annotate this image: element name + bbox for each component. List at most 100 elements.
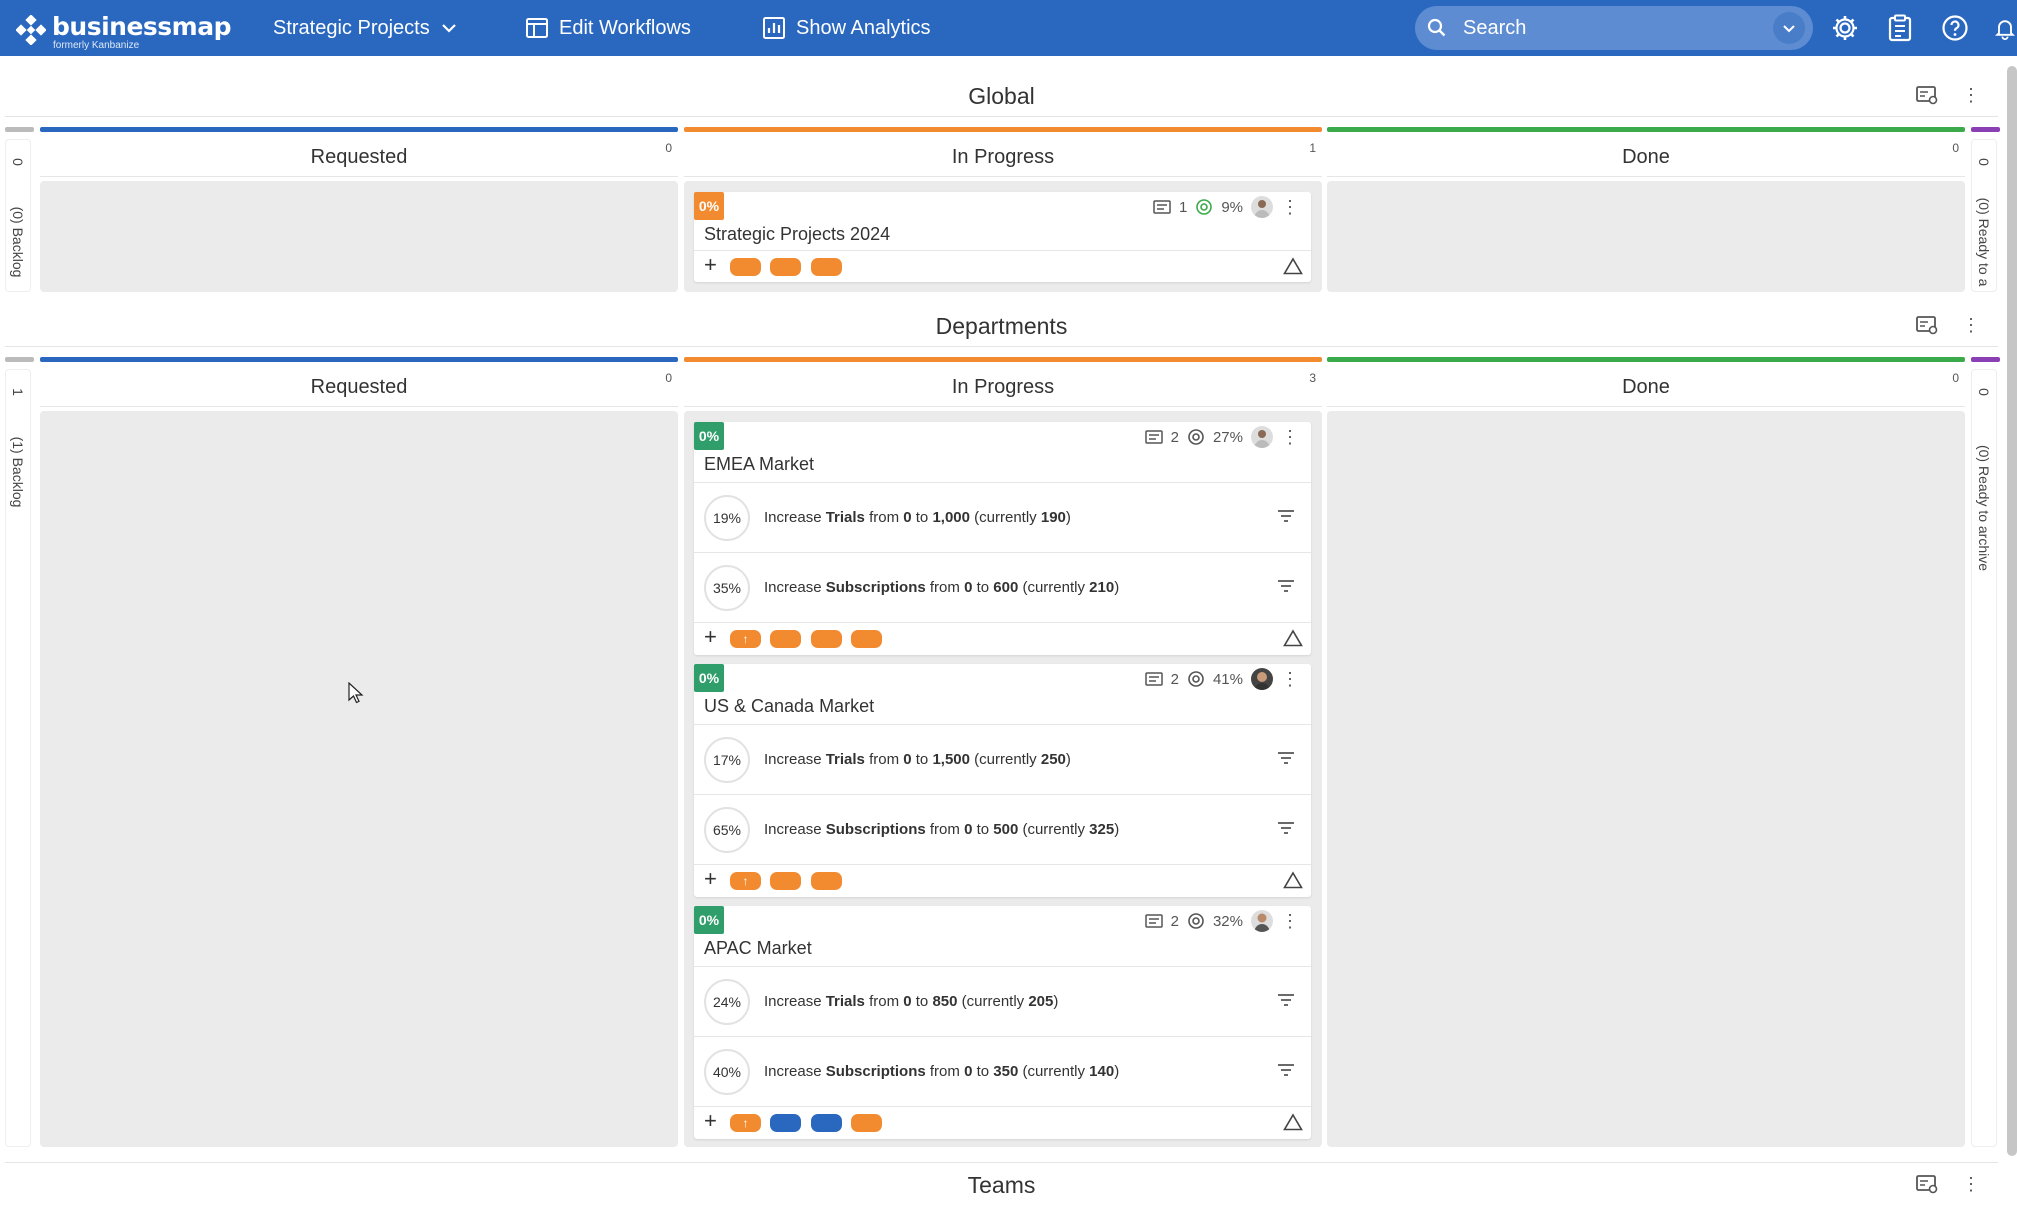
businessmap-logo[interactable]: businessmap formerly Kanbanize xyxy=(16,10,231,51)
column-header-requested[interactable]: Requested 0 xyxy=(40,369,678,407)
avatar[interactable] xyxy=(1251,668,1273,690)
key-result-row[interactable]: 19% Increase Trials from 0 to 1,000 (cur… xyxy=(694,482,1311,552)
add-child-button[interactable]: + xyxy=(704,868,717,890)
card-menu-icon[interactable]: ⋮ xyxy=(1281,670,1299,688)
linked-card-pill[interactable]: ↑ xyxy=(730,630,761,648)
card-title[interactable]: APAC Market xyxy=(704,938,812,959)
warning-triangle-icon[interactable] xyxy=(1283,871,1303,889)
key-result-progress-circle: 40% xyxy=(704,1048,750,1095)
column-header-in-progress[interactable]: In Progress 3 xyxy=(684,369,1322,407)
archive-label: (0) Ready to archive xyxy=(1976,444,1992,572)
backlog-bar xyxy=(5,357,34,362)
more-options-icon[interactable]: ⋮ xyxy=(1962,86,1980,104)
card-apac-market[interactable]: 0% 2 32% ⋮ APAC Market 24% Increase Tria… xyxy=(694,906,1311,1139)
column-header-done[interactable]: Done 0 xyxy=(1327,369,1965,407)
lane-requested[interactable] xyxy=(40,411,678,1147)
linked-card-pill[interactable] xyxy=(770,630,801,648)
key-result-row[interactable]: 24% Increase Trials from 0 to 850 (curre… xyxy=(694,966,1311,1036)
archive-bar xyxy=(1971,357,2000,362)
avatar[interactable] xyxy=(1251,196,1273,218)
column-header-done[interactable]: Done 0 xyxy=(1327,139,1965,177)
filter-icon[interactable] xyxy=(1277,509,1295,523)
filter-icon[interactable] xyxy=(1277,821,1295,835)
vertical-scrollbar[interactable] xyxy=(2005,66,2017,1156)
section-header-global[interactable]: Global ⋮ xyxy=(5,77,1998,117)
warning-triangle-icon[interactable] xyxy=(1283,629,1303,647)
add-child-button[interactable]: + xyxy=(704,254,717,276)
edit-workflows-button[interactable]: Edit Workflows xyxy=(525,0,691,56)
board-settings-icon[interactable] xyxy=(1916,315,1938,335)
linked-card-pill[interactable] xyxy=(851,630,882,648)
lane-requested[interactable] xyxy=(40,181,678,292)
linked-card-pill[interactable] xyxy=(851,1114,882,1132)
search-options-dropdown[interactable] xyxy=(1773,12,1805,44)
backlog-collapsed-column[interactable]: 1 (1) Backlog xyxy=(5,369,31,1147)
card-title[interactable]: EMEA Market xyxy=(704,454,814,475)
add-child-button[interactable]: + xyxy=(704,1110,717,1132)
card-title[interactable]: US & Canada Market xyxy=(704,696,874,717)
more-options-icon[interactable]: ⋮ xyxy=(1962,1175,1980,1193)
warning-triangle-icon[interactable] xyxy=(1283,1113,1303,1131)
comments-icon[interactable] xyxy=(1144,914,1163,928)
linked-card-pill[interactable] xyxy=(770,872,801,890)
card-emea-market[interactable]: 0% 2 27% ⋮ EMEA Market 19% Increase Tria… xyxy=(694,422,1311,655)
filter-icon[interactable] xyxy=(1277,751,1295,765)
card-menu-icon[interactable]: ⋮ xyxy=(1281,428,1299,446)
card-us-canada-market[interactable]: 0% 2 41% ⋮ US & Canada Market 17% Increa… xyxy=(694,664,1311,897)
clipboard-icon[interactable] xyxy=(1884,12,1916,44)
warning-triangle-icon[interactable] xyxy=(1283,257,1303,275)
column-title: In Progress xyxy=(951,376,1055,398)
avatar[interactable] xyxy=(1251,426,1273,448)
comments-count: 1 xyxy=(1178,198,1188,216)
search-input[interactable] xyxy=(1463,16,1753,40)
kr-prefix: Increase xyxy=(764,509,826,526)
lane-done[interactable] xyxy=(1327,181,1965,292)
search-icon[interactable] xyxy=(1415,6,1459,50)
column-header-in-progress[interactable]: In Progress 1 xyxy=(684,139,1322,177)
column-header-requested[interactable]: Requested 0 xyxy=(40,139,678,177)
comments-icon[interactable] xyxy=(1144,430,1163,444)
done-bar xyxy=(1327,127,1965,132)
board-settings-icon[interactable] xyxy=(1916,85,1938,105)
linked-card-pill[interactable] xyxy=(770,1114,801,1132)
linked-card-pill[interactable]: ↑ xyxy=(730,1114,761,1132)
linked-card-pill[interactable] xyxy=(811,258,842,276)
linked-card-pill[interactable] xyxy=(811,630,842,648)
archive-collapsed-column[interactable]: 0 (0) Ready to archive xyxy=(1971,369,1997,1147)
help-icon[interactable] xyxy=(1939,12,1971,44)
settings-gear-icon[interactable] xyxy=(1829,12,1861,44)
add-child-button[interactable]: + xyxy=(704,626,717,648)
archive-collapsed-column[interactable]: 0 (0) Ready to a xyxy=(1971,139,1997,292)
filter-icon[interactable] xyxy=(1277,1063,1295,1077)
linked-card-pill[interactable] xyxy=(811,872,842,890)
scrollbar-thumb[interactable] xyxy=(2007,66,2017,1156)
section-header-departments[interactable]: Departments ⋮ xyxy=(5,307,1998,347)
lane-done[interactable] xyxy=(1327,411,1965,1147)
board-settings-icon[interactable] xyxy=(1916,1174,1938,1194)
linked-card-pill[interactable] xyxy=(811,1114,842,1132)
card-title[interactable]: Strategic Projects 2024 xyxy=(704,224,890,245)
notifications-bell-icon[interactable] xyxy=(1993,12,2017,44)
comments-icon[interactable] xyxy=(1144,672,1163,686)
key-result-row[interactable]: 65% Increase Subscriptions from 0 to 500… xyxy=(694,794,1311,864)
card-strategic-projects-2024[interactable]: 0% 1 9% ⋮ Strategic Projects 2024 + xyxy=(694,192,1311,282)
key-result-row[interactable]: 35% Increase Subscriptions from 0 to 600… xyxy=(694,552,1311,622)
more-options-icon[interactable]: ⋮ xyxy=(1962,316,1980,334)
show-analytics-button[interactable]: Show Analytics xyxy=(762,0,931,56)
avatar[interactable] xyxy=(1251,910,1273,932)
linked-card-pill[interactable] xyxy=(730,258,761,276)
key-result-row[interactable]: 40% Increase Subscriptions from 0 to 350… xyxy=(694,1036,1311,1106)
card-menu-icon[interactable]: ⋮ xyxy=(1281,912,1299,930)
filter-icon[interactable] xyxy=(1277,579,1295,593)
linked-card-pill[interactable] xyxy=(770,258,801,276)
comments-icon[interactable] xyxy=(1153,200,1171,214)
card-menu-icon[interactable]: ⋮ xyxy=(1281,198,1299,216)
key-result-text: Increase Subscriptions from 0 to 350 (cu… xyxy=(764,1063,1119,1080)
filter-icon[interactable] xyxy=(1277,993,1295,1007)
board-selector[interactable]: Strategic Projects xyxy=(273,0,458,56)
key-result-row[interactable]: 17% Increase Trials from 0 to 1,500 (cur… xyxy=(694,724,1311,794)
backlog-collapsed-column[interactable]: 0 (0) Backlog xyxy=(5,139,31,292)
section-header-teams[interactable]: Teams ⋮ xyxy=(5,1162,1998,1208)
linked-card-pill[interactable]: ↑ xyxy=(730,872,761,890)
card-progress-badge: 0% xyxy=(694,906,724,934)
